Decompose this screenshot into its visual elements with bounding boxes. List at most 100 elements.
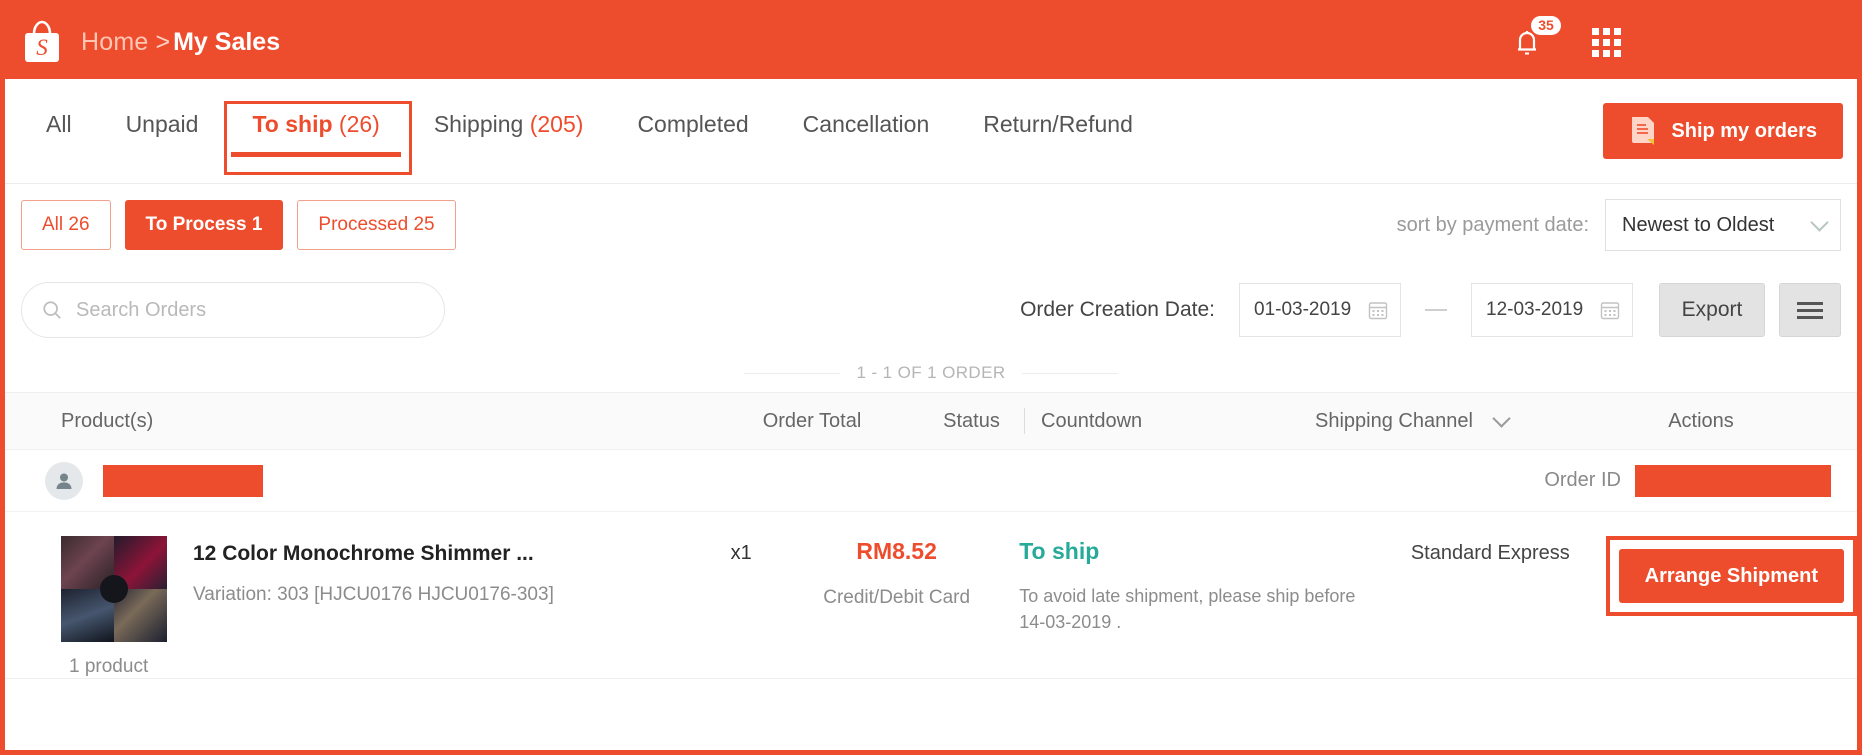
tab-to-ship[interactable]: To ship (26) xyxy=(225,79,406,157)
chevron-down-icon xyxy=(1810,212,1829,232)
sort-select[interactable]: Newest to Oldest xyxy=(1605,199,1841,251)
column-header-shipping-channel[interactable]: Shipping Channel xyxy=(1315,408,1605,433)
export-button[interactable]: Export xyxy=(1659,283,1765,337)
notification-badge: 35 xyxy=(1531,16,1561,35)
payment-method: Credit/Debit Card xyxy=(823,587,971,608)
product-text-block: 12 Color Monochrome Shimmer ... Variatio… xyxy=(167,536,554,678)
order-table-header: Product(s) Order Total Status Countdown … xyxy=(5,392,1857,450)
arrange-shipment-highlight: Arrange Shipment xyxy=(1605,536,1857,616)
grid-cell xyxy=(1603,38,1610,46)
order-count-row: 1 - 1 OF 1 ORDER xyxy=(5,354,1857,392)
tab-label: Unpaid xyxy=(125,111,199,137)
tab-cancellation[interactable]: Cancellation xyxy=(776,79,957,138)
tab-shipping[interactable]: Shipping (205) xyxy=(407,79,611,138)
sort-selected-value: Newest to Oldest xyxy=(1622,213,1775,236)
order-id-group: Order ID xyxy=(1544,464,1831,497)
tab-label: Shipping xyxy=(433,111,524,137)
product-quantity: x1 xyxy=(730,542,752,564)
list-view-button[interactable] xyxy=(1779,283,1841,337)
product-thumbnail[interactable] xyxy=(61,536,167,642)
shopee-bag-logo-icon: S xyxy=(25,20,59,62)
grid-cell xyxy=(1592,27,1599,35)
product-variation: Variation: 303 [HJCU0176 HJCU0176-303] xyxy=(193,584,554,606)
product-cell: 1 product 12 Color Monochrome Shimmer ..… xyxy=(5,536,690,678)
date-from-field[interactable]: 01-03-2019 xyxy=(1239,283,1401,337)
search-and-date-row: Order Creation Date: 01-03-2019 12-03-20… xyxy=(5,266,1857,354)
notifications-button[interactable]: 35 xyxy=(1510,16,1561,59)
tab-return-refund[interactable]: Return/Refund xyxy=(956,79,1160,138)
arrange-shipment-button[interactable]: Arrange Shipment xyxy=(1618,549,1844,603)
search-icon xyxy=(43,301,61,319)
shipping-channel-label: Shipping Channel xyxy=(1315,409,1473,432)
order-id-redacted xyxy=(1635,464,1831,497)
date-to-value: 12-03-2019 xyxy=(1486,299,1584,320)
tab-all[interactable]: All xyxy=(19,79,99,138)
shipping-channel-value: Standard Express xyxy=(1410,542,1570,564)
order-card-body: 1 product 12 Color Monochrome Shimmer ..… xyxy=(5,512,1857,678)
tab-completed[interactable]: Completed xyxy=(610,79,775,138)
filter-chip-to-process[interactable]: To Process 1 xyxy=(124,200,284,250)
thumb-center-badge xyxy=(100,575,128,603)
order-creation-date-filter: Order Creation Date: 01-03-2019 12-03-20… xyxy=(1020,283,1841,337)
divider-line-left xyxy=(744,372,841,374)
date-range-dash xyxy=(1425,309,1447,311)
search-input[interactable] xyxy=(76,298,424,322)
tab-unpaid[interactable]: Unpaid xyxy=(99,79,226,138)
order-actions-cell: Arrange Shipment xyxy=(1605,536,1857,616)
column-header-status: Status xyxy=(943,409,1000,432)
list-line xyxy=(1797,308,1823,312)
tab-label: Cancellation xyxy=(802,111,930,137)
filter-chip-processed[interactable]: Processed 25 xyxy=(297,200,456,250)
breadcrumb-separator: > xyxy=(155,27,171,56)
order-total-cell: RM8.52 Credit/Debit Card xyxy=(792,536,1001,609)
breadcrumb-home[interactable]: Home xyxy=(81,28,149,57)
top-bar: S Home > My Sales 35 xyxy=(5,5,1857,79)
date-to-field[interactable]: 12-03-2019 xyxy=(1471,283,1633,337)
grid-cell xyxy=(1603,27,1610,35)
my-sales-page: S Home > My Sales 35 All Unpaid To ship … xyxy=(0,0,1862,755)
product-name[interactable]: 12 Color Monochrome Shimmer ... xyxy=(193,540,554,568)
svg-text:S: S xyxy=(36,35,48,60)
chip-label: Processed 25 xyxy=(318,214,435,235)
ship-my-orders-label: Ship my orders xyxy=(1671,119,1817,142)
order-card-header: Order ID xyxy=(5,450,1857,512)
breadcrumb-current: My Sales xyxy=(173,27,281,56)
tab-label: Completed xyxy=(637,111,749,137)
sort-label: sort by payment date: xyxy=(1396,213,1589,236)
column-header-products: Product(s) xyxy=(61,409,154,432)
order-creation-date-label: Order Creation Date: xyxy=(1020,298,1215,321)
chevron-down-icon xyxy=(1492,408,1511,428)
tab-count: (26) xyxy=(338,111,380,137)
calendar-icon xyxy=(1368,302,1388,320)
filter-chip-all[interactable]: All 26 xyxy=(21,200,111,250)
person-icon xyxy=(56,473,72,489)
process-filter-row: All 26 To Process 1 Processed 25 sort by… xyxy=(5,184,1857,266)
chip-label: All 26 xyxy=(42,214,90,235)
topbar-actions: 35 xyxy=(1510,16,1831,59)
breadcrumb: Home > My Sales xyxy=(81,28,280,57)
order-id-label: Order ID xyxy=(1544,469,1621,491)
product-count-label: 1 product xyxy=(69,656,149,677)
column-header-order-total: Order Total xyxy=(762,409,862,432)
tab-count: (205) xyxy=(529,111,584,137)
grid-cell xyxy=(1603,49,1610,57)
order-card: Order ID 1 product 12 Color Monochrome S… xyxy=(5,450,1857,679)
list-line xyxy=(1797,301,1823,305)
grid-cell xyxy=(1614,27,1621,35)
divider-line-right xyxy=(1021,372,1118,374)
status-badge: To ship xyxy=(1019,538,1100,564)
shopee-logo[interactable]: S xyxy=(19,17,65,67)
ship-my-orders-button[interactable]: Ship my orders xyxy=(1603,103,1843,159)
chip-label: To Process 1 xyxy=(145,214,263,235)
calendar-icon xyxy=(1600,302,1620,320)
date-from-value: 01-03-2019 xyxy=(1254,299,1352,320)
grid-cell xyxy=(1614,49,1621,57)
order-price: RM8.52 xyxy=(856,538,937,564)
grid-cell xyxy=(1592,49,1599,57)
tab-label: All xyxy=(46,111,72,137)
buyer-name-redacted xyxy=(103,464,263,497)
column-header-countdown: Countdown xyxy=(1041,409,1143,432)
grid-apps-icon[interactable] xyxy=(1592,27,1621,57)
search-orders-box[interactable] xyxy=(21,282,445,338)
list-line xyxy=(1797,315,1823,319)
